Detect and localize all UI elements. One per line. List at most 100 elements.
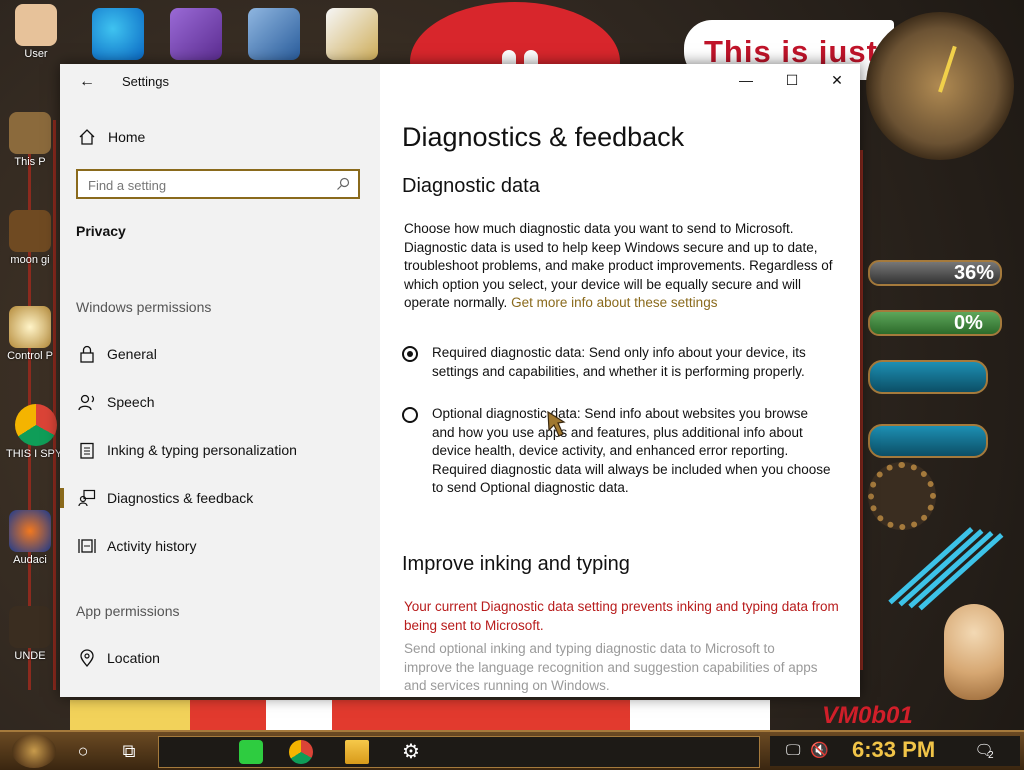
feedback-icon (78, 489, 96, 507)
minimize-button[interactable]: — (723, 64, 769, 96)
computer-icon (9, 112, 51, 154)
user-icon (15, 4, 57, 46)
folder-icon (9, 210, 51, 252)
desktop-icon-unde[interactable]: UNDE (0, 606, 60, 662)
lock-icon (80, 345, 94, 363)
notification-count: 2 (988, 750, 994, 761)
network-icon[interactable]: 🖵 (786, 739, 810, 763)
banner-stripe (70, 700, 190, 730)
virtualbox-icon[interactable] (248, 8, 300, 60)
required-diagnostic-label: Required diagnostic data: Send only info… (432, 345, 806, 379)
location-icon (80, 649, 94, 667)
search-box[interactable] (76, 169, 360, 199)
wallpaper-vm-text: VM0b01 (822, 702, 913, 729)
wallpaper-rail (860, 150, 873, 670)
nav-home[interactable]: Home (76, 126, 366, 150)
desktop-icon-control-panel[interactable]: Control P (0, 306, 60, 362)
gauge-label-2: 0% (954, 312, 983, 334)
home-icon (79, 129, 95, 145)
clock-hand (938, 45, 957, 93)
nav-item-speech[interactable]: Speech (60, 382, 380, 422)
clock-gadget (866, 12, 1014, 160)
desktop-icon-label: User (24, 48, 48, 60)
nav-item-diagnostics-feedback[interactable]: Diagnostics & feedback (60, 478, 380, 518)
banner-stripe (630, 700, 770, 730)
desktop-icon-audacity[interactable]: Audaci (0, 510, 60, 566)
lightbulb-icon (9, 306, 51, 348)
improve-inking-heading: Improve inking and typing (402, 553, 630, 575)
active-indicator (60, 488, 64, 508)
nav-item-inking-typing[interactable]: Inking & typing personalization (60, 430, 380, 470)
desktop-icon-label: Control P (7, 350, 53, 362)
nav-item-activity-history[interactable]: Activity history (60, 526, 380, 566)
settings-content-pane: — ☐ ✕ Diagnostics & feedback Diagnostic … (380, 64, 860, 697)
close-icon: ✕ (831, 72, 843, 88)
chrome-taskbar-icon[interactable] (289, 740, 313, 764)
tube-gadget-2 (868, 424, 988, 458)
app-permissions-heading: App permissions (76, 603, 180, 619)
volume-muted-icon[interactable]: 🔇 (810, 739, 834, 763)
clipboard-icon (80, 442, 94, 459)
settings-gear-icon[interactable]: ⚙ (399, 740, 423, 764)
desktop-icon-label: THIS I SPYWA (6, 448, 66, 460)
wallpaper-bottom-banner (70, 700, 770, 730)
hxd-icon[interactable] (326, 8, 378, 60)
nav-home-label: Home (108, 129, 146, 145)
close-button[interactable]: ✕ (814, 64, 860, 96)
desktop-icon-label: Audaci (13, 554, 47, 566)
notes-app-icon[interactable] (239, 740, 263, 764)
arrow-left-icon: ← (79, 73, 95, 90)
settings-window: ← Settings Home Privacy Windows permissi… (60, 64, 860, 697)
visual-studio-icon[interactable] (170, 8, 222, 60)
taskbar-pinned-apps: ⚙ (158, 736, 760, 768)
app-icon (9, 606, 51, 648)
search-input[interactable] (86, 174, 330, 196)
desktop-icon-user[interactable]: User (6, 4, 66, 60)
desktop-icon-label: This P (14, 156, 46, 168)
nav-item-general[interactable]: General (60, 334, 380, 374)
inking-warning-text: Your current Diagnostic data setting pre… (404, 599, 839, 633)
nav-item-location[interactable]: Location (60, 638, 380, 678)
maximize-icon: ☐ (785, 72, 799, 88)
search-icon (337, 177, 350, 190)
nav-item-label: Activity history (107, 538, 197, 554)
settings-nav-pane: ← Settings Home Privacy Windows permissi… (60, 64, 380, 697)
chrome-icon (15, 404, 57, 446)
start-button[interactable] (12, 734, 56, 768)
radio-button-unchecked[interactable] (402, 407, 418, 423)
page-title: Diagnostics & feedback (402, 122, 685, 152)
desktop-icon-label: moon gi (10, 254, 50, 266)
gauge-label-1: 36% (954, 262, 995, 284)
nav-item-label: Location (107, 650, 160, 666)
maximize-button[interactable]: ☐ (769, 64, 815, 96)
nav-item-label: General (107, 346, 157, 362)
task-view-button[interactable]: ⧉ (112, 736, 146, 766)
nav-item-label: Diagnostics & feedback (107, 490, 254, 506)
mouse-cursor-icon (547, 410, 566, 437)
desktop-icon-moon[interactable]: moon gi (0, 210, 60, 266)
tube-gadget-1 (868, 360, 988, 394)
diagnostic-description: Choose how much diagnostic data you want… (404, 220, 844, 313)
desktop-icon-this-pc[interactable]: This P (0, 112, 60, 168)
back-button[interactable]: ← (74, 70, 100, 94)
taskbar: ○ ⧉ ⚙ 🖵 🔇 🗨 2 6:33 PM (0, 730, 1024, 770)
task-view-icon: ⧉ (122, 741, 136, 761)
audacity-icon (9, 510, 51, 552)
activity-icon (78, 539, 96, 553)
inking-description: Send optional inking and typing diagnost… (404, 641, 818, 693)
desktop-icon-chrome[interactable]: THIS I SPYWA (6, 404, 66, 460)
more-info-link[interactable]: Get more info about these settings (511, 295, 717, 310)
clock-time[interactable]: 6:33 PM (852, 737, 935, 763)
speech-icon (78, 394, 95, 411)
edge-icon[interactable] (92, 8, 144, 60)
file-explorer-icon[interactable] (345, 740, 369, 764)
nav-item-label: Inking & typing personalization (107, 442, 297, 458)
cortana-button[interactable]: ○ (66, 736, 100, 766)
banner-stripe (266, 700, 332, 730)
circle-icon: ○ (77, 741, 89, 761)
radio-button-checked[interactable] (402, 346, 418, 362)
hamster-image (944, 604, 1004, 700)
nav-section-title: Privacy (76, 223, 126, 239)
diagnostic-data-heading: Diagnostic data (402, 175, 540, 197)
optional-diagnostic-label: Optional diagnostic data: Send info abou… (432, 406, 831, 495)
